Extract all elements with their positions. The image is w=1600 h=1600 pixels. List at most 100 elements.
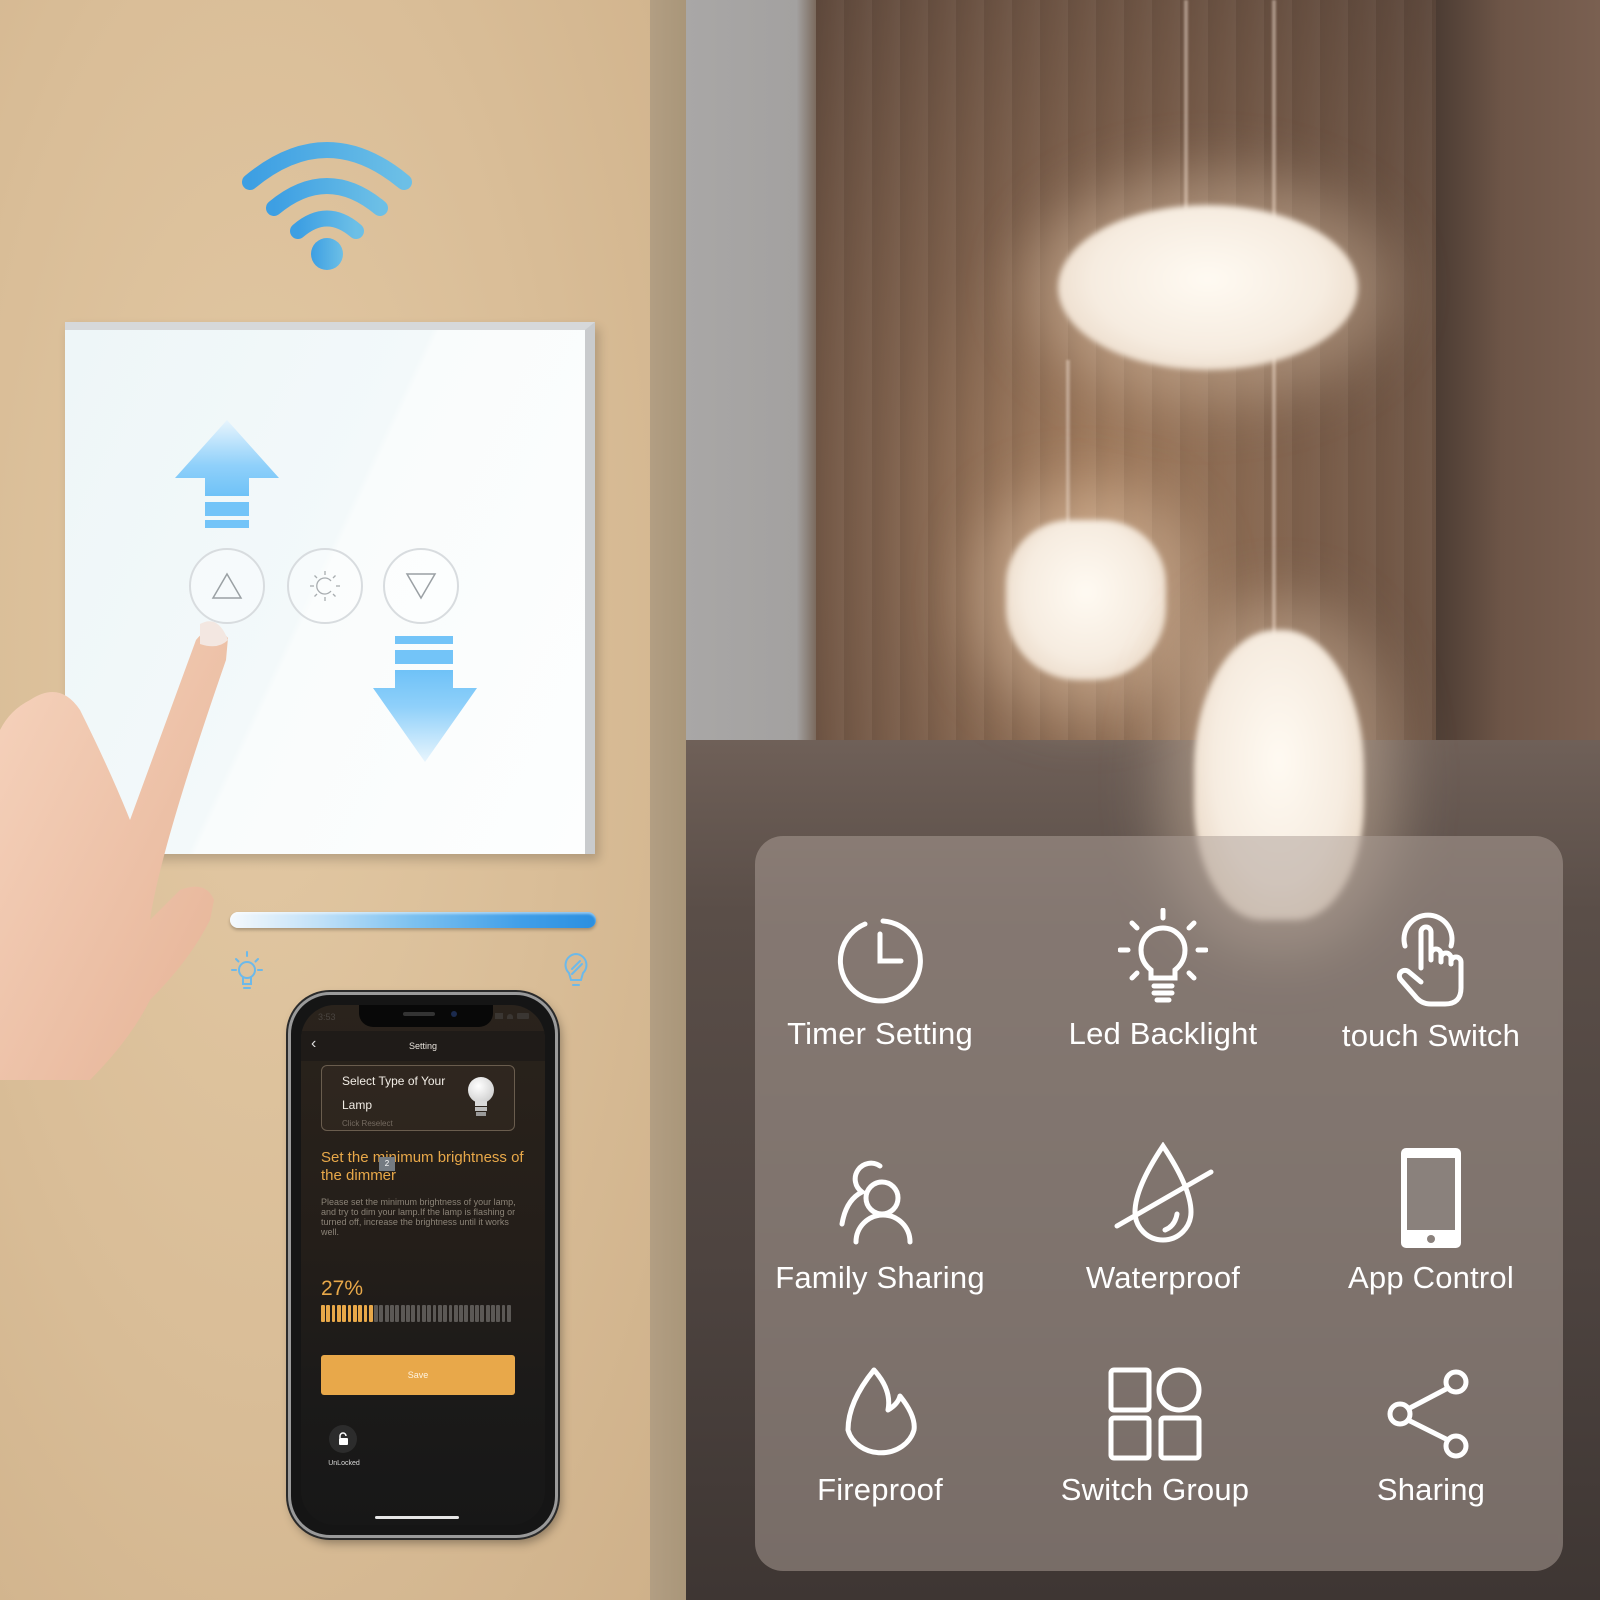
brightness-bar[interactable] — [321, 1305, 511, 1322]
window — [686, 0, 816, 760]
brightness-segment — [411, 1305, 416, 1322]
status-icons — [495, 1013, 529, 1019]
dimmer-title: Set the minimum brightness of the dimmer — [321, 1149, 524, 1184]
bulb-bright-icon — [231, 951, 263, 989]
wifi-status-icon — [507, 1013, 513, 1019]
triangle-up-icon — [211, 572, 243, 599]
feature-label: Family Sharing — [775, 1260, 985, 1295]
pendant-lamp — [1058, 205, 1358, 370]
badge: 2 — [379, 1157, 395, 1171]
brightness-segment — [347, 1305, 352, 1322]
feature-family-sharing: Family Sharing — [750, 1154, 1010, 1296]
brightness-segment — [321, 1305, 325, 1322]
triangle-down-icon — [405, 573, 437, 600]
smartphone: 3:53 ‹ Setting Select Type of Your Lamp … — [288, 992, 558, 1538]
brightness-segment — [416, 1305, 421, 1322]
brightness-segment — [384, 1305, 389, 1322]
water-drop-icon — [1114, 1142, 1214, 1243]
brightness-segment — [437, 1305, 442, 1322]
brightness-segment — [379, 1305, 384, 1322]
lamp-card-line1: Select Type of Your — [342, 1074, 446, 1088]
bulb-dim-icon — [564, 952, 588, 986]
arrow-up-graphic — [175, 420, 279, 528]
users-icon — [839, 1160, 913, 1245]
lamp-cord — [1066, 360, 1070, 540]
lamp-card-hint: Click Reselect — [342, 1119, 393, 1128]
brightness-segment — [480, 1305, 485, 1322]
pendant-lamp — [1006, 520, 1166, 680]
status-time: 3:53 — [318, 1012, 336, 1022]
brightness-segment — [506, 1305, 511, 1322]
brightness-segment — [336, 1305, 341, 1322]
feature-waterproof: Waterproof — [1033, 1142, 1293, 1296]
brightness-segment — [496, 1305, 501, 1322]
feature-label: Switch Group — [1060, 1472, 1250, 1507]
feature-touch-switch: touch Switch — [1301, 908, 1561, 1054]
brightness-segment — [427, 1305, 432, 1322]
nav-title: Setting — [408, 1041, 438, 1051]
feature-label: Waterproof — [1085, 1260, 1241, 1295]
feature-timer-setting: Timer Setting — [750, 916, 1010, 1052]
feature-label: App Control — [1348, 1260, 1514, 1295]
lamp-bulb-icon — [468, 1077, 494, 1116]
wifi-icon — [242, 142, 412, 270]
brightness-segment — [342, 1305, 347, 1322]
brightness-segment — [469, 1305, 474, 1322]
touch-hand-icon — [1396, 912, 1464, 1007]
hand-graphic — [0, 621, 228, 1080]
feature-label: touch Switch — [1341, 1018, 1521, 1053]
brightness-percent: 27% — [321, 1277, 364, 1300]
speaker — [403, 1012, 435, 1016]
brightness-segment — [331, 1305, 336, 1322]
save-button[interactable]: Save — [321, 1355, 515, 1395]
lock-label: UnLocked — [328, 1460, 360, 1467]
brightness-button[interactable] — [287, 548, 363, 624]
nav-bar: ‹ Setting — [301, 1031, 545, 1061]
arrow-down-graphic — [373, 636, 477, 762]
brightness-segment — [395, 1305, 400, 1322]
feature-led-backlight: Led Backlight — [1033, 908, 1293, 1052]
brightness-segment — [491, 1305, 495, 1322]
feature-switch-group: Switch Group — [1025, 1366, 1285, 1508]
wall-trim — [650, 0, 686, 1600]
brightness-segment — [501, 1305, 506, 1322]
feature-label: Fireproof — [817, 1472, 943, 1507]
lock-button[interactable] — [329, 1425, 357, 1453]
grid-icon — [1108, 1367, 1202, 1461]
camera — [451, 1011, 457, 1017]
battery-icon — [517, 1013, 529, 1019]
brightness-segment — [443, 1305, 447, 1322]
brightness-segment — [374, 1305, 378, 1322]
brightness-segment — [406, 1305, 410, 1322]
brightness-segment — [358, 1305, 362, 1322]
feature-label: Timer Setting — [787, 1016, 973, 1051]
lamp-cord — [1184, 0, 1188, 210]
brightness-slider[interactable] — [230, 912, 596, 928]
share-icon — [1387, 1369, 1469, 1459]
brightness-segment — [448, 1305, 453, 1322]
brightness-segment — [352, 1305, 357, 1322]
smartphone-icon — [1401, 1148, 1461, 1248]
lamp-card-line2: Lamp — [342, 1098, 373, 1112]
brightness-segment — [390, 1305, 394, 1322]
lamp-type-card[interactable]: Select Type of Your Lamp Click Reselect — [321, 1065, 515, 1131]
feature-fireproof: Fireproof — [750, 1366, 1010, 1508]
feature-app-control: App Control — [1301, 1146, 1561, 1296]
brightness-segment — [475, 1305, 479, 1322]
sun-icon — [310, 571, 340, 601]
signal-icon — [495, 1013, 503, 1019]
brightness-segment — [368, 1305, 373, 1322]
clock-icon — [837, 918, 923, 1004]
down-button[interactable] — [383, 548, 459, 624]
features-panel: Timer Setting Led Backlight touch Switch — [755, 836, 1563, 1571]
dimmer-description: Please set the minimum brightness of you… — [321, 1197, 516, 1237]
brightness-segment — [464, 1305, 469, 1322]
flame-icon — [845, 1367, 917, 1456]
brightness-segment — [326, 1305, 331, 1322]
unlock-icon — [339, 1432, 348, 1445]
brightness-segment — [485, 1305, 490, 1322]
brightness-segment — [432, 1305, 437, 1322]
home-indicator — [375, 1516, 459, 1519]
brightness-segment — [400, 1305, 405, 1322]
lightbulb-icon — [1118, 908, 1208, 1003]
